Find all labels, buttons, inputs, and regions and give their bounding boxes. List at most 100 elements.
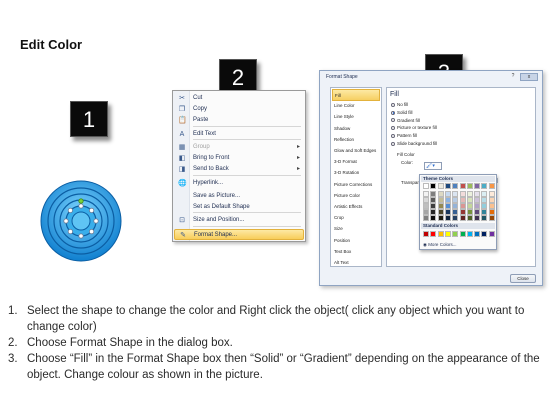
help-icon[interactable]: ? [509,73,517,81]
color-swatch[interactable] [444,183,451,189]
color-swatch[interactable] [437,183,444,189]
scissors-icon: ✂ [179,95,185,102]
instruction-number: 3. [8,353,18,365]
color-swatch[interactable] [474,183,481,189]
category-item[interactable]: Fill [332,89,380,101]
category-item[interactable]: Crop [332,212,380,224]
color-swatch[interactable] [452,215,459,221]
dialog-close-icon[interactable]: x [520,73,538,81]
menu-item-label: Paste [193,117,209,123]
fill-option[interactable]: Pattern fill [391,133,417,139]
radio-button[interactable] [391,110,395,115]
color-swatch[interactable] [430,231,437,237]
fill-option[interactable]: Slide background fill [391,141,437,147]
color-swatch[interactable] [459,231,466,237]
size-position-icon: ⊡ [179,217,185,224]
color-swatch[interactable] [474,215,481,221]
menu-item-2[interactable]: 📋 Paste [174,115,304,126]
color-swatch[interactable] [466,231,473,237]
radio-button[interactable] [391,134,395,138]
menu-item-label: Cut [193,95,203,101]
category-item[interactable]: Line Color [332,100,380,112]
color-swatch[interactable] [452,183,459,189]
fill-option[interactable]: Solid fill [391,110,413,116]
category-item[interactable]: Picture Color [332,190,380,202]
more-colors-link[interactable]: ◉ More Colors... [423,242,456,248]
color-swatch[interactable] [466,183,473,189]
fill-option[interactable]: Gradient fill [391,118,420,124]
concentric-circle-shape[interactable] [40,180,122,262]
menu-item-7[interactable]: 🌐 Hyperlink... [174,178,304,189]
color-swatch[interactable] [466,215,473,221]
color-swatch[interactable] [488,215,495,221]
menu-item-10[interactable]: ⊡ Size and Position... [174,215,304,226]
color-picker-button[interactable]: 🖌▾ [424,162,442,170]
submenu-arrow-icon: ▸ [296,155,300,161]
instruction-item: 2. Choose Format Shape in the dialog box. [8,335,553,351]
menu-item-9[interactable]: Set as Default Shape [174,202,304,213]
standard-colors-heading: Standard Colors [421,223,495,229]
color-swatch[interactable] [452,231,459,237]
color-swatch[interactable] [423,215,429,221]
menu-item-5[interactable]: ◧ Bring to Front ▸ [174,153,304,164]
color-swatch[interactable] [444,231,451,237]
category-item[interactable]: Picture Corrections [332,179,380,191]
menu-item-label: Size and Position... [193,217,245,223]
send-to-back-icon: ◨ [178,166,186,173]
menu-item-label: Group [193,144,210,150]
menu-item-label: Bring to Front [193,155,230,161]
color-swatch[interactable] [430,183,437,189]
menu-item-4[interactable]: ▦ Group ▸ [174,142,304,153]
radio-button[interactable] [391,141,395,146]
color-swatch[interactable] [474,231,481,237]
category-item[interactable]: Position [332,235,380,247]
color-swatch[interactable] [423,183,429,189]
category-item[interactable]: Alt Text [332,257,380,269]
bring-to-front-icon: ◧ [178,155,186,162]
fill-color-label: Fill Color [397,152,415,157]
theme-colors-heading: Theme Colors [421,176,495,182]
menu-item-label: Send to Back [193,166,229,172]
close-button[interactable]: Close [510,274,536,283]
fill-option[interactable]: Picture or texture fill [391,125,437,131]
color-swatch[interactable] [488,183,495,189]
color-swatch[interactable] [488,231,495,237]
color-swatch[interactable] [444,215,451,221]
color-swatch[interactable] [481,183,488,189]
category-item[interactable]: Size [332,223,380,235]
menu-item-3[interactable]: A Edit Text [174,129,304,140]
menu-item-8[interactable]: Save as Picture... [174,191,304,202]
menu-item-1[interactable]: ❐ Copy [174,104,304,115]
color-swatch[interactable] [437,215,444,221]
menu-item-11[interactable]: ✎ Format Shape... [174,229,304,240]
menu-item-0[interactable]: ✂ Cut [174,93,304,104]
menu-item-6[interactable]: ◨ Send to Back ▸ [174,164,304,175]
color-swatch[interactable] [481,231,488,237]
edit-text-icon: A [179,131,185,138]
category-item[interactable]: Text Box [332,246,380,258]
color-swatch[interactable] [459,215,466,221]
radio-button[interactable] [391,126,395,131]
fill-heading: Fill [390,91,399,98]
color-palette: Theme Colors Standard Colors ◉ More Colo… [419,174,497,250]
radio-button[interactable] [391,102,395,107]
category-item[interactable]: Shadow [332,123,380,135]
fill-option[interactable]: No fill [391,102,408,108]
fill-option-label: Picture or texture fill [397,125,437,131]
color-swatch[interactable] [423,231,429,237]
color-swatch[interactable] [437,231,444,237]
step-1-badge: 1 [70,101,108,137]
rotation-handle[interactable] [78,198,84,204]
color-label: Color: [401,160,414,165]
radio-button[interactable] [391,118,395,123]
color-swatch[interactable] [430,215,437,221]
paste-icon: 📋 [178,117,187,124]
color-swatch[interactable] [459,183,466,189]
category-item[interactable]: Line Style [332,111,380,123]
category-item[interactable]: Reflection [332,134,380,146]
category-item[interactable]: 3-D Rotation [332,167,380,179]
category-item[interactable]: 3-D Format [332,156,380,168]
category-item[interactable]: Artistic Effects [332,201,380,213]
color-swatch[interactable] [481,215,488,221]
category-item[interactable]: Glow and Soft Edges [332,145,380,157]
